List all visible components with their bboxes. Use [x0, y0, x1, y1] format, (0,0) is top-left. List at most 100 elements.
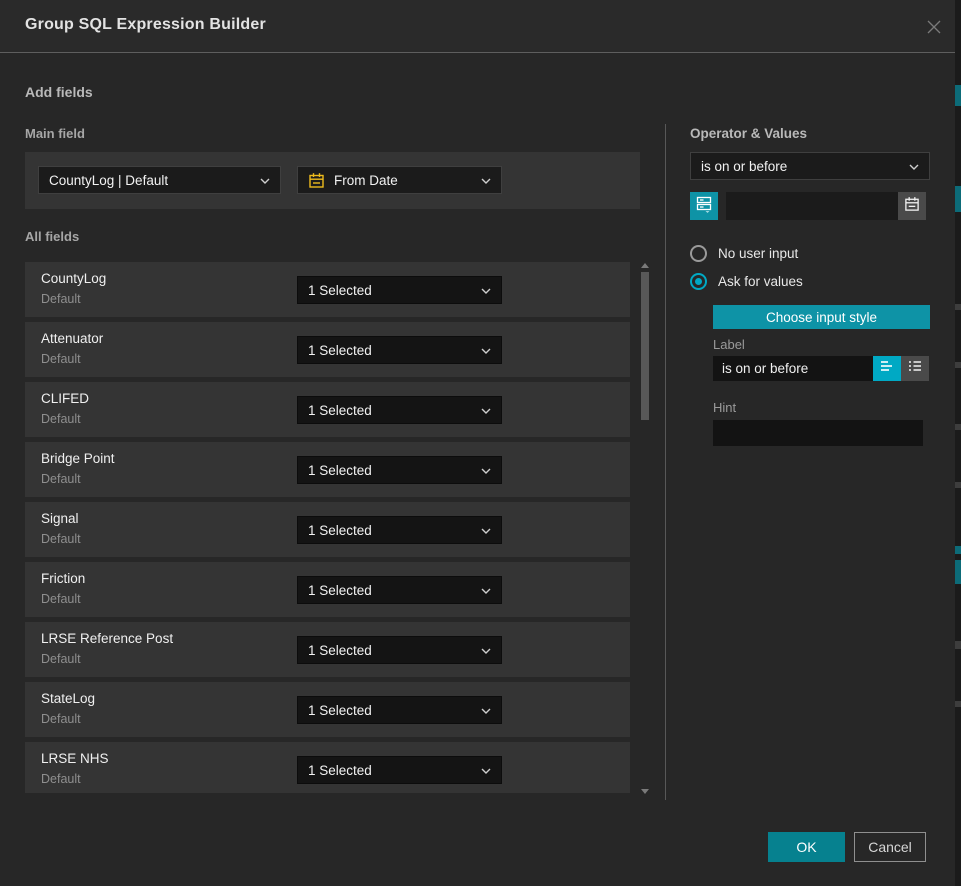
main-field-label: Main field	[25, 126, 85, 141]
radio-ask-for-values[interactable]: Ask for values	[690, 273, 803, 290]
operator-select-value: is on or before	[701, 159, 903, 174]
main-layer-select[interactable]: CountyLog | Default	[38, 166, 281, 194]
field-row: LRSE Reference Post Default 1 Selected	[25, 622, 630, 677]
field-sublabel: Default	[41, 292, 81, 306]
field-name: Bridge Point	[41, 451, 115, 466]
main-field-select-value: From Date	[334, 173, 475, 188]
dialog-title: Group SQL Expression Builder	[25, 16, 266, 34]
field-row: StateLog Default 1 Selected	[25, 682, 630, 737]
field-selected-value: 1 Selected	[308, 343, 475, 358]
calendar-icon	[904, 196, 920, 217]
chevron-down-icon	[481, 401, 491, 419]
field-selected-value: 1 Selected	[308, 403, 475, 418]
scrollbar-down-arrow[interactable]	[641, 789, 649, 794]
add-fields-heading: Add fields	[25, 84, 93, 100]
panel-separator	[665, 124, 666, 800]
field-name: LRSE Reference Post	[41, 631, 173, 646]
field-selected-value: 1 Selected	[308, 523, 475, 538]
field-selected-dropdown[interactable]: 1 Selected	[297, 636, 502, 664]
field-row: Bridge Point Default 1 Selected	[25, 442, 630, 497]
date-value-input[interactable]	[726, 192, 898, 220]
field-selected-value: 1 Selected	[308, 283, 475, 298]
field-selected-value: 1 Selected	[308, 583, 475, 598]
field-selected-value: 1 Selected	[308, 763, 475, 778]
hint-input[interactable]	[713, 420, 923, 446]
field-sublabel: Default	[41, 412, 81, 426]
chevron-down-icon	[481, 701, 491, 719]
all-fields-label: All fields	[25, 229, 79, 244]
field-name: Signal	[41, 511, 79, 526]
value-set-button[interactable]	[690, 192, 718, 220]
field-selected-dropdown[interactable]: 1 Selected	[297, 696, 502, 724]
main-field-select[interactable]: From Date	[297, 166, 502, 194]
field-name: CountyLog	[41, 271, 106, 286]
field-selected-dropdown[interactable]: 1 Selected	[297, 456, 502, 484]
group-sql-expression-builder-dialog: Group SQL Expression Builder Add fields …	[0, 0, 961, 886]
chevron-down-icon	[260, 171, 270, 189]
field-name: LRSE NHS	[41, 751, 109, 766]
scrollbar-up-arrow[interactable]	[641, 263, 649, 268]
scrollbar-thumb[interactable]	[641, 272, 649, 420]
list-style-button[interactable]	[901, 356, 929, 381]
field-selected-dropdown[interactable]: 1 Selected	[297, 756, 502, 784]
field-row: LRSE NHS Default 1 Selected	[25, 742, 630, 793]
main-field-panel: CountyLog | Default From Date	[25, 152, 640, 209]
hint-label: Hint	[713, 400, 736, 415]
close-icon[interactable]	[925, 18, 943, 36]
field-sublabel: Default	[41, 532, 81, 546]
chevron-down-icon	[481, 521, 491, 539]
field-selected-dropdown[interactable]: 1 Selected	[297, 516, 502, 544]
align-left-icon	[879, 359, 895, 378]
field-selected-value: 1 Selected	[308, 703, 475, 718]
bulleted-list-icon	[907, 359, 923, 378]
label-label: Label	[713, 337, 745, 352]
field-sublabel: Default	[41, 772, 81, 786]
label-input[interactable]	[713, 356, 873, 381]
field-row: Signal Default 1 Selected	[25, 502, 630, 557]
field-sublabel: Default	[41, 652, 81, 666]
operator-values-heading: Operator & Values	[690, 126, 807, 141]
chevron-down-icon	[909, 157, 919, 175]
field-name: Attenuator	[41, 331, 103, 346]
field-name: CLIFED	[41, 391, 89, 406]
dialog-titlebar: Group SQL Expression Builder	[0, 0, 955, 53]
chevron-down-icon	[481, 581, 491, 599]
field-name: Friction	[41, 571, 85, 586]
single-value-style-button[interactable]	[873, 356, 901, 381]
chevron-down-icon	[481, 461, 491, 479]
ok-button[interactable]: OK	[768, 832, 845, 862]
field-selected-dropdown[interactable]: 1 Selected	[297, 336, 502, 364]
chevron-down-icon	[481, 641, 491, 659]
operator-select[interactable]: is on or before	[690, 152, 930, 180]
field-row: CLIFED Default 1 Selected	[25, 382, 630, 437]
calendar-icon	[308, 172, 325, 189]
chevron-down-icon	[481, 341, 491, 359]
date-picker-button[interactable]	[898, 192, 926, 220]
field-sublabel: Default	[41, 712, 81, 726]
radio-no-user-input-label: No user input	[718, 246, 798, 261]
all-fields-list: CountyLog Default 1 Selected Attenuator …	[25, 262, 630, 793]
field-selected-dropdown[interactable]: 1 Selected	[297, 276, 502, 304]
field-sublabel: Default	[41, 352, 81, 366]
value-set-icon	[695, 195, 713, 218]
chevron-down-icon	[481, 281, 491, 299]
app-behind-dialog-strip	[955, 0, 961, 886]
radio-icon	[690, 273, 707, 290]
field-selected-dropdown[interactable]: 1 Selected	[297, 396, 502, 424]
field-row: Friction Default 1 Selected	[25, 562, 630, 617]
radio-icon	[690, 245, 707, 262]
field-row: CountyLog Default 1 Selected	[25, 262, 630, 317]
radio-ask-for-values-label: Ask for values	[718, 274, 803, 289]
field-selected-dropdown[interactable]: 1 Selected	[297, 576, 502, 604]
choose-input-style-button[interactable]: Choose input style	[713, 305, 930, 329]
field-sublabel: Default	[41, 472, 81, 486]
field-selected-value: 1 Selected	[308, 463, 475, 478]
cancel-button[interactable]: Cancel	[854, 832, 926, 862]
radio-no-user-input[interactable]: No user input	[690, 245, 798, 262]
field-name: StateLog	[41, 691, 95, 706]
field-selected-value: 1 Selected	[308, 643, 475, 658]
field-row: Attenuator Default 1 Selected	[25, 322, 630, 377]
field-sublabel: Default	[41, 592, 81, 606]
main-layer-select-value: CountyLog | Default	[49, 173, 254, 188]
chevron-down-icon	[481, 761, 491, 779]
